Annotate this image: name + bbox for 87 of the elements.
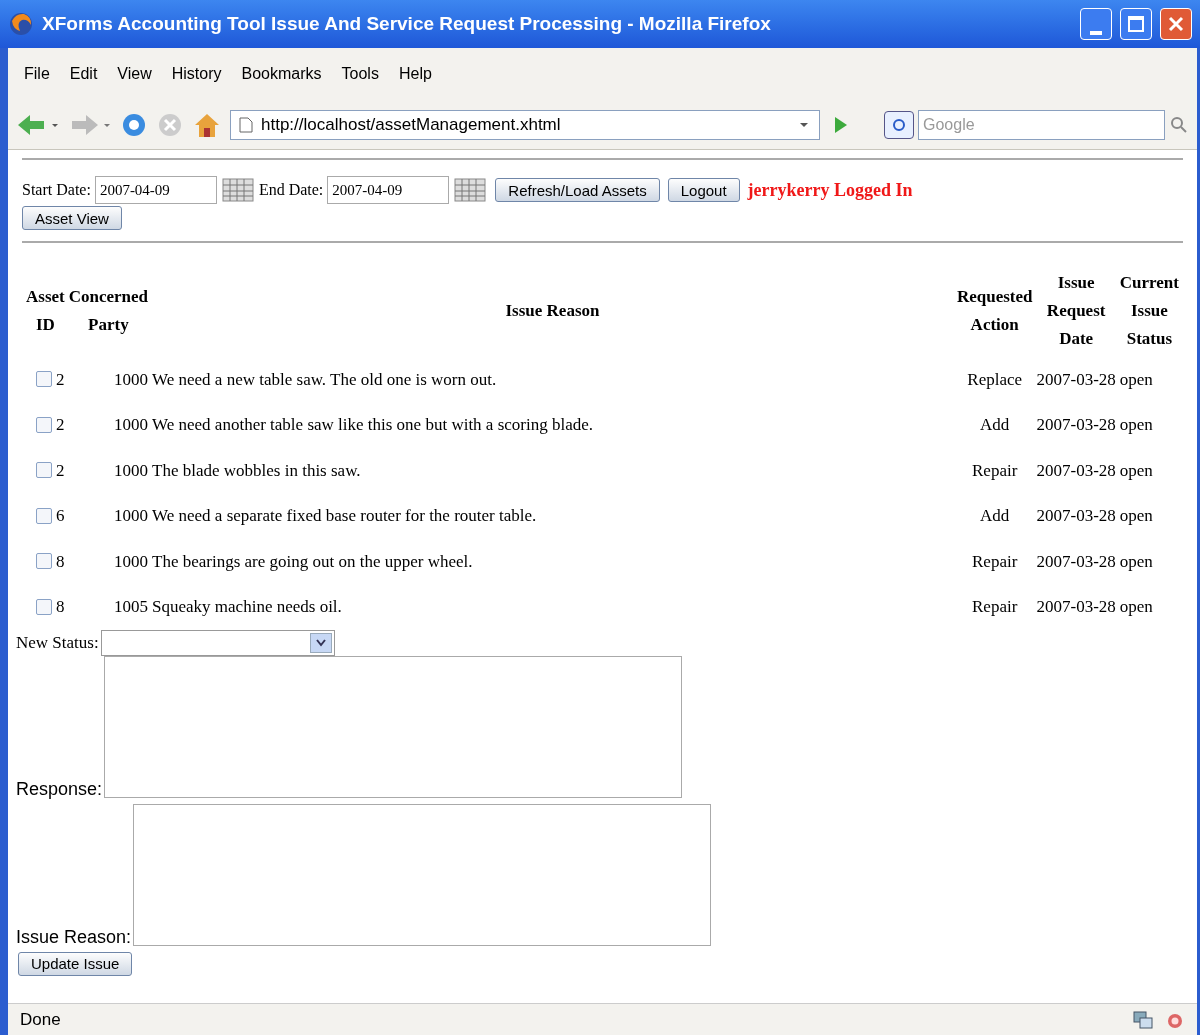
status-text: Done [20,1008,62,1031]
table-cell: 2 [56,460,65,480]
menu-item[interactable]: Bookmarks [233,62,330,86]
table-cell: Replace [967,369,1023,389]
table-cell: 8 [56,597,65,616]
row-checkbox[interactable] [36,507,52,524]
table-cell: 2007-03-28 [1036,460,1116,480]
column-header: Current Issue Status [1119,272,1179,348]
table-cell: 1005 [114,597,149,616]
column-header: Issue Reason [505,300,600,320]
menu-item[interactable]: View [109,62,160,86]
table-cell: 8 [56,551,65,571]
end-date-field[interactable]: 2007-04-09 [327,176,450,204]
new-status-label: New Status: [16,631,99,654]
close-icon [1167,15,1185,33]
row-checkbox[interactable] [36,462,52,479]
table-cell: We need another table saw like this one but with a scoring blade. [152,415,594,434]
calendar-icon[interactable] [453,177,488,203]
table-cell: 1000 [114,415,149,434]
table-cell: 2007-03-28 [1036,506,1116,525]
maximize-button[interactable] [1120,8,1152,40]
table-cell: 6 [56,506,65,525]
table-cell: 1000 [114,369,149,389]
search-engine-button[interactable] [884,110,914,139]
row-checkbox[interactable] [36,416,52,433]
search-icon[interactable] [1169,114,1189,135]
table-cell: We need a separate fixed base router for the router table. [152,506,537,525]
browser-logo-icon [8,11,34,37]
start-date-field[interactable]: 2007-04-09 [94,176,217,204]
table-cell: We need a new table saw. The old one is worn out. [152,369,497,389]
column-header: Issue Request Date [1046,272,1106,348]
table-cell: 2 [56,415,65,434]
circle-icon [892,117,906,132]
search-field[interactable]: Google [918,109,1165,140]
calendar-icon[interactable] [220,177,255,203]
table-cell: The bearings are going out on the upper wheel. [152,551,473,571]
end-date-label: End Date: [258,180,324,200]
menu-item[interactable]: File [16,62,58,86]
row-checkbox[interactable] [36,553,52,570]
table-cell: 1000 [114,551,149,571]
window-title: XForms Accounting Tool Issue And Service Request Processing - Mozilla Firefox [42,11,772,36]
table-cell: 2007-03-28 [1036,597,1116,616]
column-header: Requested Action [956,286,1033,334]
asset-view-button[interactable]: Asset View [22,206,122,230]
menu-item[interactable]: Tools [333,62,387,86]
menu-item[interactable]: Edit [61,62,106,86]
table-cell: Add [980,506,1010,525]
table-cell: 2007-03-28 [1036,415,1116,434]
table-cell: 2007-03-28 [1036,369,1116,389]
table-cell: Repair [972,460,1018,480]
table-cell: open [1119,369,1153,389]
row-checkbox[interactable] [36,371,52,388]
login-status: jerrykerry Logged In [747,178,913,202]
chevron-down-icon [315,638,326,647]
table-cell: 1000 [114,506,149,525]
logout-button[interactable]: Logout [667,178,740,202]
menu-item[interactable]: Help [390,62,440,86]
menu-item[interactable]: History [163,62,230,86]
refresh-button[interactable]: Refresh/Load Assets [495,178,660,202]
table-cell: Repair [972,597,1018,616]
issue-reason-field[interactable] [133,803,712,946]
table-cell: open [1119,506,1153,525]
table-cell: open [1119,460,1153,480]
column-header: Asset ID [26,286,65,334]
update-issue-button[interactable]: Update Issue [18,951,133,976]
minimize-button[interactable] [1080,8,1112,40]
new-status-select[interactable] [100,629,335,656]
table-cell: 2007-03-28 [1036,551,1116,571]
table-cell: open [1119,415,1153,434]
windows-icon [1133,1010,1153,1029]
page-icon [239,116,253,133]
start-date-label: Start Date: [22,180,91,200]
table-cell: Repair [972,551,1018,571]
response-label: Response: [16,779,103,798]
address-field[interactable]: http://localhost/assetManagement.xhtml [230,109,820,140]
table-cell: open [1119,597,1153,616]
table-cell: 2 [56,369,65,389]
close-button[interactable] [1160,8,1192,40]
row-checkbox[interactable] [36,598,52,615]
table-cell: 1000 [114,460,149,480]
table-cell: open [1119,551,1153,571]
column-header: Concerned Party [68,286,149,334]
table-cell: Squeaky machine needs oil. [152,597,342,616]
table-cell: Add [980,415,1010,434]
table-cell: The blade wobbles in this saw. [152,460,361,480]
response-field[interactable] [104,655,683,798]
issue-reason-label: Issue Reason: [16,927,132,946]
